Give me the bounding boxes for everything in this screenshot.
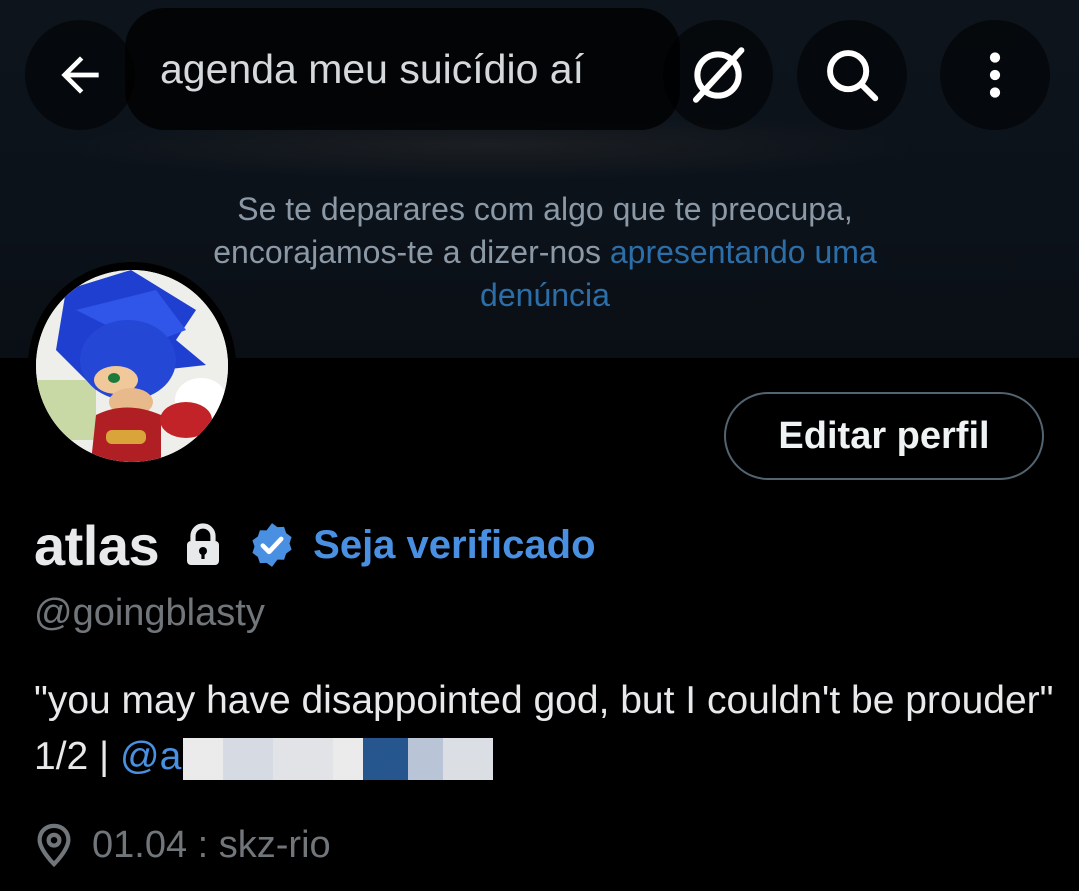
redacted-blur [183,737,494,780]
more-options-button[interactable] [940,20,1050,130]
circle-slash-icon [692,47,745,103]
sensitive-search-notice: Se te deparares com algo que te preocupa… [150,188,940,317]
profile-bio: "you may have disappointed god, but I co… [34,673,1054,785]
user-handle: @goingblasty [34,592,265,634]
get-verified-link[interactable]: Seja verificado [313,523,595,568]
bio-mention-link[interactable]: @a [120,735,181,778]
profile-avatar[interactable] [28,262,236,470]
profile-page: Se te deparares com algo que te preocupa… [0,0,1079,891]
display-name-row: atlas Seja verificado [34,505,596,585]
search-input[interactable]: agenda meu suicídio aí [125,8,680,130]
search-icon [827,50,879,102]
more-vertical-icon [989,52,1001,98]
verified-badge-icon[interactable] [247,520,297,570]
arrow-left-icon [61,56,99,94]
search-query: agenda meu suicídio aí [160,45,584,92]
clear-search-button[interactable] [663,20,773,130]
display-name: atlas [34,513,160,577]
back-button[interactable] [25,20,135,130]
location-text: 01.04 : skz-rio [92,823,331,866]
location-row: 01.04 : skz-rio [34,822,331,868]
avatar-image [36,270,228,462]
edit-profile-button[interactable]: Editar perfil [724,392,1044,480]
location-pin-icon [37,823,71,868]
lock-icon [187,523,220,565]
search-button[interactable] [797,20,907,130]
